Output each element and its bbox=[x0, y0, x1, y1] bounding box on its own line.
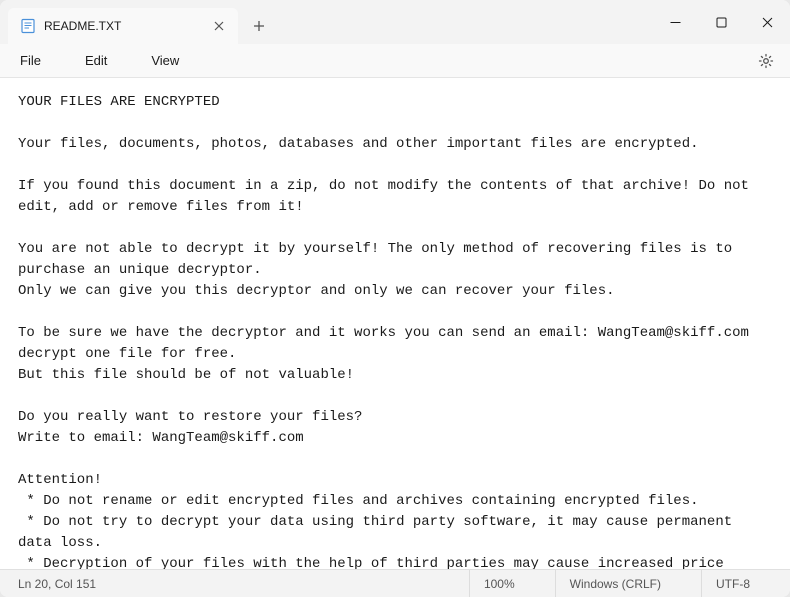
text-editor-content[interactable]: YOUR FILES ARE ENCRYPTED Your files, doc… bbox=[0, 78, 790, 569]
notepad-window: README.TXT File Edit View bbox=[0, 0, 790, 597]
titlebar: README.TXT bbox=[0, 0, 790, 44]
tab-area: README.TXT bbox=[0, 0, 652, 44]
new-tab-button[interactable] bbox=[244, 11, 274, 41]
maximize-button[interactable] bbox=[698, 0, 744, 44]
statusbar: Ln 20, Col 151 100% Windows (CRLF) UTF-8 bbox=[0, 569, 790, 597]
menu-edit[interactable]: Edit bbox=[77, 49, 115, 72]
status-right: 100% Windows (CRLF) UTF-8 bbox=[469, 570, 790, 597]
tab-title: README.TXT bbox=[44, 19, 202, 33]
close-window-button[interactable] bbox=[744, 0, 790, 44]
status-cursor-position: Ln 20, Col 151 bbox=[18, 577, 120, 591]
menu-file[interactable]: File bbox=[12, 49, 49, 72]
minimize-button[interactable] bbox=[652, 0, 698, 44]
close-tab-icon[interactable] bbox=[210, 17, 228, 35]
gear-icon bbox=[757, 52, 775, 70]
menu-view[interactable]: View bbox=[143, 49, 187, 72]
settings-button[interactable] bbox=[754, 49, 778, 73]
status-line-endings[interactable]: Windows (CRLF) bbox=[555, 570, 701, 597]
window-controls bbox=[652, 0, 790, 44]
status-zoom[interactable]: 100% bbox=[469, 570, 555, 597]
menubar: File Edit View bbox=[0, 44, 790, 78]
status-encoding[interactable]: UTF-8 bbox=[701, 570, 790, 597]
notepad-icon bbox=[20, 18, 36, 34]
document-tab[interactable]: README.TXT bbox=[8, 8, 238, 44]
